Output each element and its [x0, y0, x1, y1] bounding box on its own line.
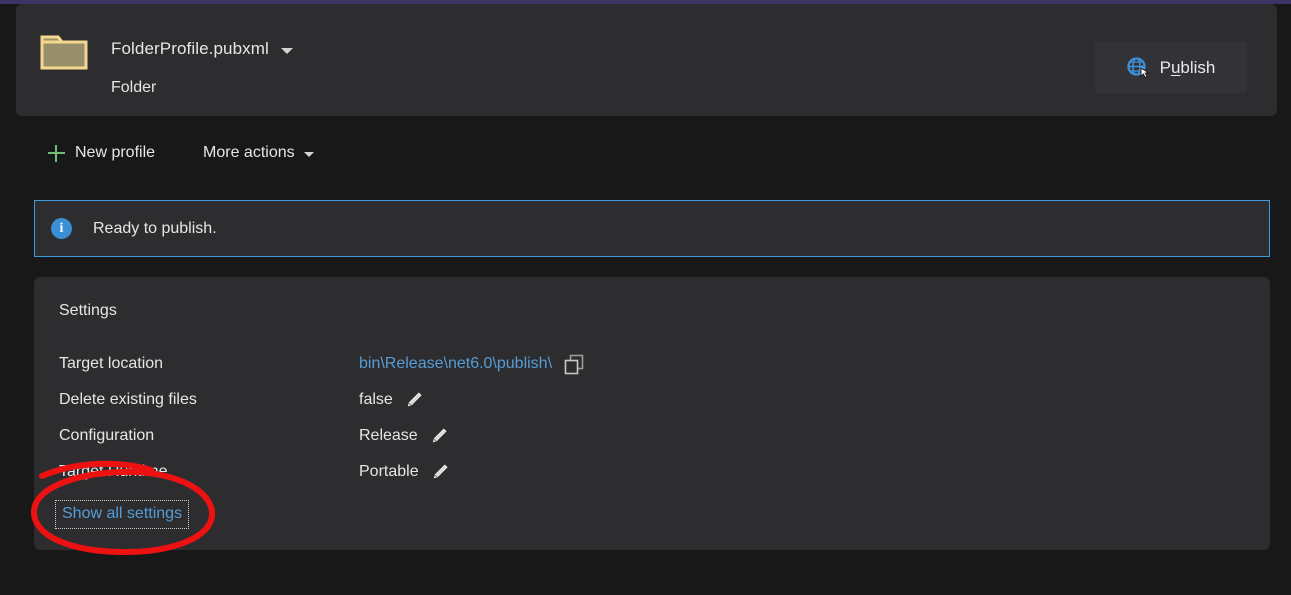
publish-label-accel: u	[1170, 57, 1181, 77]
publish-button[interactable]: Publish	[1095, 42, 1247, 93]
publish-label-pre: P	[1159, 57, 1171, 77]
settings-list: Target location bin\Release\net6.0\publi…	[59, 346, 1159, 490]
pencil-icon[interactable]	[429, 427, 448, 446]
new-profile-button[interactable]: New profile	[38, 136, 165, 170]
status-banner-message: Ready to publish.	[93, 219, 217, 237]
profile-header-panel: FolderProfile.pubxml Folder Publish	[16, 4, 1277, 116]
show-all-settings-link[interactable]: Show all settings	[55, 500, 190, 529]
setting-value-target-location[interactable]: bin\Release\net6.0\publish\	[359, 355, 552, 373]
info-icon: i	[51, 218, 72, 239]
profile-selector[interactable]: FolderProfile.pubxml	[111, 39, 293, 59]
chevron-down-icon	[303, 152, 314, 157]
copy-icon[interactable]	[563, 354, 585, 375]
publish-label-post: blish	[1180, 57, 1216, 77]
chevron-down-icon[interactable]	[280, 47, 293, 54]
folder-icon	[40, 35, 88, 70]
profile-name: FolderProfile.pubxml	[111, 39, 269, 58]
setting-label: Target Runtime	[59, 463, 168, 480]
table-row: Configuration Release	[59, 418, 1159, 454]
window-left-gutter	[0, 4, 16, 116]
status-banner: i Ready to publish.	[34, 200, 1270, 257]
setting-value-target-runtime: Portable	[359, 463, 419, 480]
publish-profile-window: FolderProfile.pubxml Folder Publish New …	[0, 0, 1291, 595]
show-all-settings-label: Show all settings	[62, 505, 183, 522]
setting-label: Target location	[59, 355, 164, 372]
profile-type-label: Folder	[111, 79, 157, 96]
profile-toolbar: New profile More actions	[16, 128, 1277, 178]
pencil-icon[interactable]	[404, 391, 423, 410]
setting-label: Configuration	[59, 427, 155, 444]
setting-label: Delete existing files	[59, 391, 197, 408]
plus-icon	[48, 144, 65, 162]
more-actions-button[interactable]: More actions	[193, 136, 324, 170]
settings-title: Settings	[59, 302, 117, 319]
settings-panel: Settings Target location bin\Release\net…	[34, 277, 1270, 550]
setting-value-delete-existing-files: false	[359, 391, 393, 408]
new-profile-label: New profile	[75, 144, 156, 161]
more-actions-label: More actions	[203, 144, 295, 161]
table-row: Target Runtime Portable	[59, 454, 1159, 490]
table-row: Target location bin\Release\net6.0\publi…	[59, 346, 1159, 382]
pencil-icon[interactable]	[430, 463, 449, 482]
table-row: Delete existing files false	[59, 382, 1159, 418]
publish-globe-icon	[1126, 56, 1150, 78]
setting-value-configuration: Release	[359, 427, 418, 444]
publish-button-label: Publish	[1160, 58, 1216, 78]
